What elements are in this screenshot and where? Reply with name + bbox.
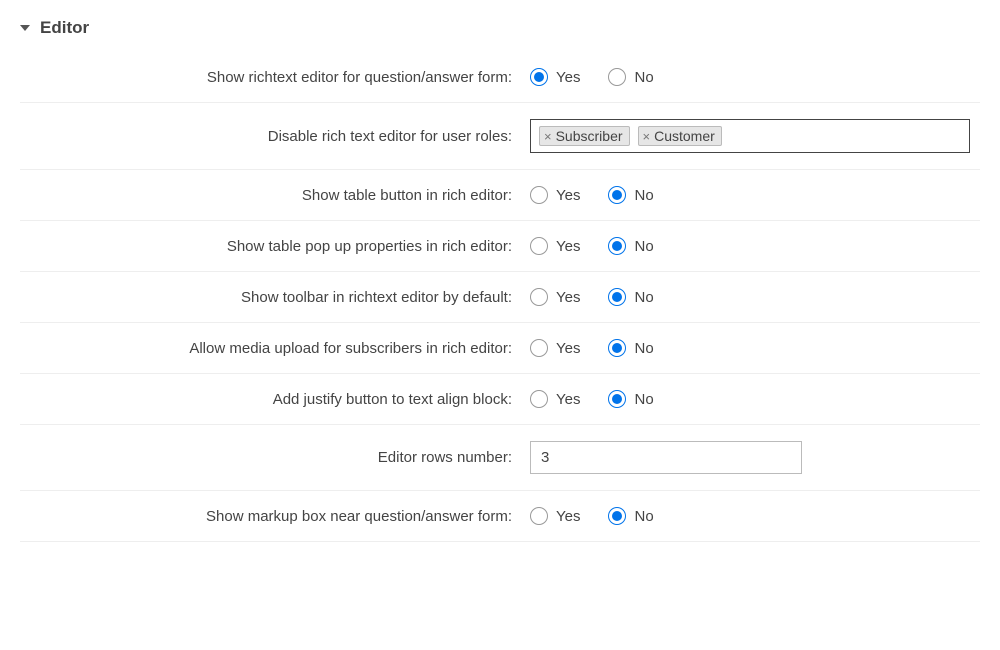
label-show-table-popup: Show table pop up properties in rich edi… — [20, 238, 530, 255]
row-show-toolbar-default: Show toolbar in richtext editor by defau… — [20, 272, 980, 323]
radio-label-yes: Yes — [556, 508, 580, 525]
label-add-justify-button: Add justify button to text align block: — [20, 391, 530, 408]
tag-subscriber: × Subscriber — [539, 126, 630, 146]
radio-show-table-popup-no[interactable]: No — [608, 237, 653, 255]
radio-input[interactable] — [530, 339, 548, 357]
radio-input[interactable] — [608, 186, 626, 204]
input-allow-media-upload: Yes No — [530, 339, 980, 357]
radio-input[interactable] — [530, 186, 548, 204]
caret-down-icon — [20, 25, 30, 31]
radio-label-yes: Yes — [556, 69, 580, 86]
row-disable-roles: Disable rich text editor for user roles:… — [20, 103, 980, 170]
radio-label-no: No — [634, 340, 653, 357]
tag-input-roles[interactable]: × Subscriber × Customer — [530, 119, 970, 153]
radio-label-no: No — [634, 508, 653, 525]
radio-input[interactable] — [608, 288, 626, 306]
radio-input[interactable] — [530, 237, 548, 255]
row-show-markup-box: Show markup box near question/answer for… — [20, 491, 980, 542]
tag-text: Subscriber — [556, 128, 623, 144]
radio-show-markup-box-no[interactable]: No — [608, 507, 653, 525]
input-show-table-button: Yes No — [530, 186, 980, 204]
radio-show-toolbar-default-no[interactable]: No — [608, 288, 653, 306]
label-disable-roles: Disable rich text editor for user roles: — [20, 128, 530, 145]
row-show-table-popup: Show table pop up properties in rich edi… — [20, 221, 980, 272]
radio-input[interactable] — [530, 507, 548, 525]
remove-tag-icon[interactable]: × — [643, 130, 651, 143]
radio-show-table-popup-yes[interactable]: Yes — [530, 237, 580, 255]
label-show-table-button: Show table button in rich editor: — [20, 187, 530, 204]
radio-label-no: No — [634, 391, 653, 408]
section-title: Editor — [40, 18, 89, 38]
radio-allow-media-upload-no[interactable]: No — [608, 339, 653, 357]
radio-input[interactable] — [530, 68, 548, 86]
radio-label-no: No — [634, 187, 653, 204]
row-show-table-button: Show table button in rich editor: Yes No — [20, 170, 980, 221]
radio-add-justify-button-no[interactable]: No — [608, 390, 653, 408]
radio-input[interactable] — [608, 68, 626, 86]
radio-show-markup-box-yes[interactable]: Yes — [530, 507, 580, 525]
tag-customer: × Customer — [638, 126, 722, 146]
radio-label-yes: Yes — [556, 238, 580, 255]
radio-input[interactable] — [608, 339, 626, 357]
input-disable-roles: × Subscriber × Customer — [530, 119, 980, 153]
radio-add-justify-button-yes[interactable]: Yes — [530, 390, 580, 408]
radio-label-no: No — [634, 238, 653, 255]
label-show-markup-box: Show markup box near question/answer for… — [20, 508, 530, 525]
tag-text: Customer — [654, 128, 715, 144]
radio-show-toolbar-default-yes[interactable]: Yes — [530, 288, 580, 306]
radio-label-no: No — [634, 69, 653, 86]
radio-input[interactable] — [530, 390, 548, 408]
radio-input[interactable] — [608, 237, 626, 255]
input-add-justify-button: Yes No — [530, 390, 980, 408]
radio-show-richtext-no[interactable]: No — [608, 68, 653, 86]
radio-allow-media-upload-yes[interactable]: Yes — [530, 339, 580, 357]
radio-input[interactable] — [530, 288, 548, 306]
input-show-toolbar-default: Yes No — [530, 288, 980, 306]
input-editor-rows — [530, 441, 980, 474]
remove-tag-icon[interactable]: × — [544, 130, 552, 143]
row-allow-media-upload: Allow media upload for subscribers in ri… — [20, 323, 980, 374]
radio-show-table-button-no[interactable]: No — [608, 186, 653, 204]
section-header[interactable]: Editor — [20, 12, 980, 52]
radio-label-yes: Yes — [556, 340, 580, 357]
radio-label-yes: Yes — [556, 289, 580, 306]
input-show-markup-box: Yes No — [530, 507, 980, 525]
row-editor-rows: Editor rows number: — [20, 425, 980, 491]
label-show-toolbar-default: Show toolbar in richtext editor by defau… — [20, 289, 530, 306]
radio-show-table-button-yes[interactable]: Yes — [530, 186, 580, 204]
row-show-richtext: Show richtext editor for question/answer… — [20, 52, 980, 103]
radio-label-yes: Yes — [556, 391, 580, 408]
radio-show-richtext-yes[interactable]: Yes — [530, 68, 580, 86]
label-allow-media-upload: Allow media upload for subscribers in ri… — [20, 340, 530, 357]
editor-rows-input[interactable] — [530, 441, 802, 474]
input-show-richtext: Yes No — [530, 68, 980, 86]
radio-label-yes: Yes — [556, 187, 580, 204]
radio-input[interactable] — [608, 390, 626, 408]
label-editor-rows: Editor rows number: — [20, 449, 530, 466]
radio-input[interactable] — [608, 507, 626, 525]
row-add-justify-button: Add justify button to text align block: … — [20, 374, 980, 425]
radio-label-no: No — [634, 289, 653, 306]
input-show-table-popup: Yes No — [530, 237, 980, 255]
label-show-richtext: Show richtext editor for question/answer… — [20, 69, 530, 86]
